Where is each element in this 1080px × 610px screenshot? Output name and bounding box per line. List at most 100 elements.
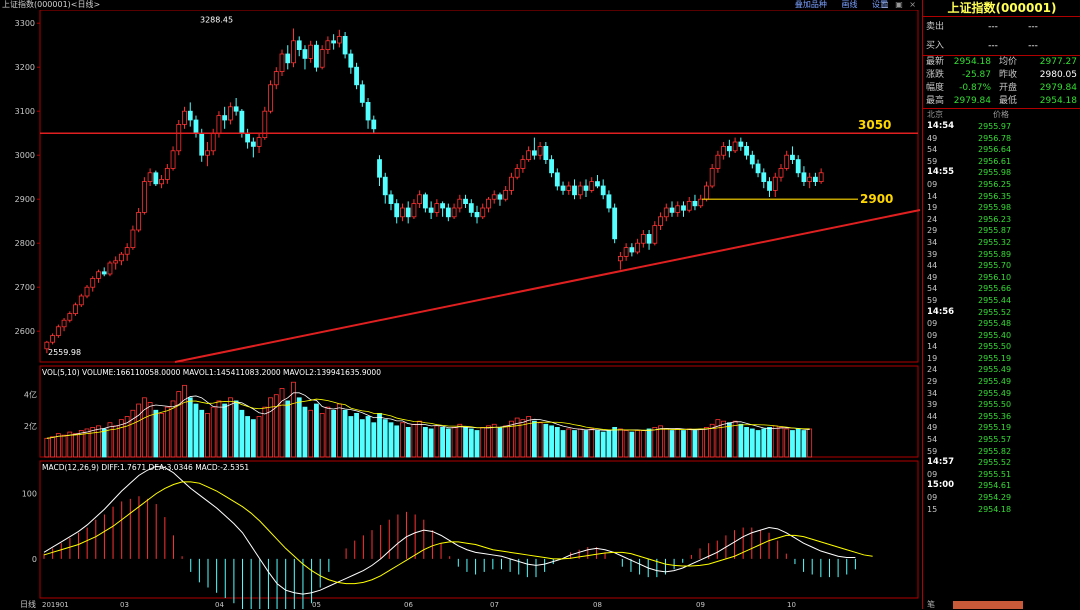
x-axis-label: 05 bbox=[312, 601, 321, 609]
stat-label: 幅度 bbox=[926, 83, 945, 93]
candle-body bbox=[589, 181, 595, 191]
tick-price: 2955.48 bbox=[978, 319, 1012, 329]
volume-bar bbox=[285, 400, 291, 458]
candle-body bbox=[182, 110, 187, 125]
volume-bar bbox=[262, 406, 268, 458]
sell-price: --- bbox=[988, 22, 998, 32]
candle-body bbox=[96, 271, 101, 279]
window-controls[interactable]: □ ▣ × bbox=[881, 0, 918, 10]
volume-bar bbox=[136, 403, 142, 458]
volume-header: VOL(5,10) VOLUME:166110058.0000 MAVOL1:1… bbox=[42, 368, 381, 377]
macd-pane-frame bbox=[39, 460, 919, 599]
candle-body bbox=[480, 207, 486, 218]
title-links: 叠加品种 画线 设置 bbox=[783, 0, 888, 10]
candle-body bbox=[422, 194, 428, 209]
volume-bar bbox=[291, 381, 296, 458]
volume-bar bbox=[331, 409, 337, 458]
volume-bar bbox=[233, 400, 239, 458]
candle-body bbox=[652, 225, 658, 244]
draw-link[interactable]: 画线 bbox=[841, 0, 857, 9]
volume-bar bbox=[474, 430, 480, 458]
candle-body bbox=[405, 207, 411, 218]
candle-body bbox=[67, 313, 73, 321]
volume-bar bbox=[560, 430, 566, 458]
foot-label[interactable]: 笔 bbox=[927, 599, 935, 610]
volume-bar bbox=[744, 427, 749, 458]
candle-body bbox=[497, 194, 503, 200]
tick-row: 34 2955.49 bbox=[923, 388, 1080, 400]
price-axis-label: 2700 bbox=[15, 283, 35, 292]
candle-body bbox=[55, 326, 61, 336]
candle-body bbox=[612, 207, 618, 240]
kline-chart[interactable]: 3300 3200 3100 3000 2900 2800 2700 2600 3050 2900… bbox=[0, 10, 922, 609]
candle-body bbox=[744, 145, 749, 156]
volume-bar bbox=[463, 427, 468, 458]
tick-price: 2955.98 bbox=[978, 168, 1012, 178]
volume-bar bbox=[807, 428, 813, 458]
candle-body bbox=[440, 203, 446, 209]
volume-bar bbox=[359, 419, 365, 458]
tick-time: 24 bbox=[927, 214, 938, 224]
volume-bar bbox=[371, 422, 377, 458]
candle-body bbox=[136, 211, 142, 231]
tick-row: 39 2955.50 bbox=[923, 399, 1080, 411]
tick-time: 39 bbox=[927, 249, 938, 259]
candle-body bbox=[520, 159, 526, 169]
tick-time: 15:00 bbox=[927, 480, 955, 491]
tick-price: 2955.49 bbox=[978, 365, 1012, 375]
tick-time: 14:57 bbox=[927, 457, 955, 468]
volume-bar bbox=[336, 403, 342, 458]
tick-row: 44 2955.36 bbox=[923, 411, 1080, 423]
volume-bar bbox=[790, 430, 795, 458]
volume-bar bbox=[577, 428, 583, 458]
volume-bar bbox=[761, 428, 767, 458]
tick-row: 14:56 2955.52 bbox=[923, 307, 1080, 319]
tick-time: 09 bbox=[927, 493, 938, 502]
candle-body bbox=[675, 205, 681, 213]
candle-body bbox=[84, 286, 90, 297]
volume-bar bbox=[595, 430, 600, 458]
volume-bar bbox=[589, 428, 595, 458]
foot-bar[interactable] bbox=[953, 601, 1023, 609]
tick-row: 14 2956.35 bbox=[923, 191, 1080, 203]
volume-bar bbox=[199, 409, 205, 458]
volume-bar bbox=[67, 431, 73, 458]
candle-body bbox=[239, 110, 245, 134]
volume-bar bbox=[434, 425, 440, 458]
tick-row: 14:57 2955.52 bbox=[923, 457, 1080, 469]
volume-bar bbox=[646, 428, 652, 458]
tick-time: 19 bbox=[927, 203, 938, 213]
volume-bar bbox=[445, 428, 451, 458]
overlay-link[interactable]: 叠加品种 bbox=[795, 0, 827, 9]
x-axis-label: 04 bbox=[215, 601, 224, 609]
candle-body bbox=[663, 207, 669, 218]
candle-body bbox=[514, 167, 520, 178]
candle-body bbox=[457, 198, 463, 209]
candle-body bbox=[256, 137, 262, 147]
volume-bar bbox=[250, 419, 256, 458]
volume-bar bbox=[497, 427, 503, 458]
tick-price: 2955.52 bbox=[978, 458, 1012, 468]
stat-label: 最新 bbox=[926, 57, 945, 67]
tick-time: 59 bbox=[927, 156, 938, 166]
tick-row: 15:00 2954.61 bbox=[923, 480, 1080, 492]
candle-body bbox=[170, 150, 176, 169]
tick-row: 09 2954.29 bbox=[923, 492, 1080, 504]
tick-list[interactable]: 14:54 2955.97 49 2956.78 54 2956.64 59 2956.61 1… bbox=[923, 121, 1080, 515]
tick-row: 59 2955.82 bbox=[923, 446, 1080, 458]
x-axis-label: 03 bbox=[120, 601, 129, 609]
candle-body bbox=[509, 176, 514, 191]
tick-price: 2955.52 bbox=[978, 307, 1012, 317]
candle-body bbox=[646, 233, 652, 244]
volume-bar bbox=[302, 406, 308, 458]
tick-time: 14:55 bbox=[927, 167, 955, 178]
tick-price: 2955.19 bbox=[978, 353, 1012, 363]
low-label: 2559.98 bbox=[48, 348, 81, 357]
candle-body bbox=[61, 319, 67, 328]
tick-price: 2955.98 bbox=[978, 203, 1012, 213]
stat-value: 2980.05 bbox=[1039, 70, 1077, 80]
volume-bar bbox=[738, 423, 744, 458]
tick-row: 54 2955.66 bbox=[923, 283, 1080, 295]
tick-price: 2955.89 bbox=[978, 249, 1012, 259]
volume-bar bbox=[692, 430, 698, 458]
